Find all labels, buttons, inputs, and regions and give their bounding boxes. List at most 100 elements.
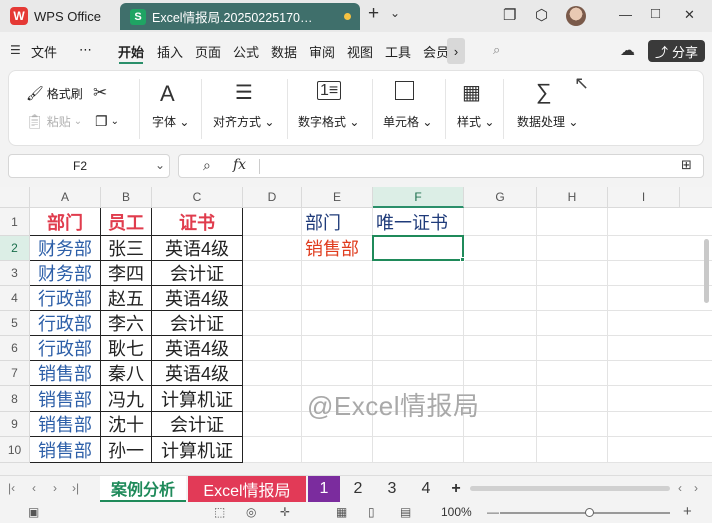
row-header-6[interactable]: 6 [0,336,30,361]
table-cell[interactable]: 李四 [101,261,152,286]
sigma-icon[interactable]: ∑ [536,79,552,105]
table-cell[interactable]: 销售部 [30,437,101,463]
cell-e7[interactable] [302,361,373,386]
row-header-3[interactable]: 3 [0,261,30,286]
paste-button[interactable]: 📋︎ 粘贴 ⌄ [26,113,82,130]
cell-f5[interactable] [373,311,464,336]
number-format-group-label[interactable]: 数字格式 ⌄ [298,113,359,130]
cell-d2[interactable] [243,236,302,261]
table-cell[interactable]: 英语4级 [152,286,243,311]
column-header-e[interactable]: E [302,187,373,208]
table-cell[interactable]: 英语4级 [152,336,243,361]
table-cell[interactable]: 张三 [101,236,152,261]
cell-f6[interactable] [373,336,464,361]
scroll-right-icon[interactable]: › [694,481,698,495]
cell-i7[interactable] [608,361,712,386]
protect-icon[interactable]: ⬚ [214,505,225,519]
column-header-f[interactable]: F [373,187,464,208]
cube-icon[interactable]: ⬡ [535,6,548,24]
menu-formula[interactable]: 公式 [233,42,259,61]
style-brush-icon[interactable]: ▦ [462,80,481,105]
document-tab[interactable]: S Excel情报局.20250225170… [120,3,360,30]
cell-g3[interactable] [464,261,537,286]
cloud-upload-icon[interactable]: ☁ [620,41,635,59]
cell-d1[interactable] [243,208,302,236]
cell-d7[interactable] [243,361,302,386]
table-header-cell[interactable]: 部门 [30,208,101,236]
cell-square-icon[interactable] [395,81,414,100]
table-cell[interactable]: 财务部 [30,236,101,261]
add-sheet-button[interactable]: + [442,476,470,502]
vertical-scrollbar[interactable] [704,239,709,303]
table-cell[interactable]: 销售部 [30,412,101,437]
menu-home[interactable]: 开始 [118,42,144,61]
table-cell[interactable]: 沈十 [101,412,152,437]
name-box[interactable]: F2 ⌄ [8,154,170,178]
minimize-icon[interactable]: — [619,7,632,22]
zoom-slider-knob[interactable] [585,508,594,517]
new-tab-plus-icon[interactable]: + [368,3,379,25]
row-header-9[interactable]: 9 [0,412,30,437]
number-format-icon[interactable]: 1≡ [317,81,342,100]
cell-h8[interactable] [537,386,608,412]
sheet-tab-4[interactable]: 4 [412,476,440,502]
table-cell[interactable]: 财务部 [30,261,101,286]
cell-h3[interactable] [537,261,608,286]
table-cell[interactable]: 销售部 [30,386,101,412]
row-header-5[interactable]: 5 [0,311,30,336]
cell-i2[interactable] [608,236,712,261]
next-sheet-icon[interactable]: › [53,481,57,495]
cell-e3[interactable] [302,261,373,286]
page-break-view-icon[interactable]: ▤ [400,505,411,519]
zoom-out-icon[interactable]: — [487,505,499,519]
cell-d3[interactable] [243,261,302,286]
window-restore-icon[interactable]: ❐ [503,6,516,24]
menu-review[interactable]: 审阅 [309,42,335,61]
cell-e1-dept-label[interactable]: 部门 [302,208,373,236]
align-lines-icon[interactable]: ☰ [235,80,253,105]
cell-h6[interactable] [537,336,608,361]
cell-e4[interactable] [302,286,373,311]
wps-home-tab[interactable]: W WPS Office [4,3,114,29]
user-avatar[interactable] [566,6,586,26]
column-header-b[interactable]: B [101,187,152,208]
cell-h1[interactable] [537,208,608,236]
table-cell[interactable]: 计算机证 [152,437,243,463]
formula-bar[interactable]: ⌕ fx ⊞ [178,154,704,178]
menu-data[interactable]: 数据 [271,42,297,61]
prev-sheet-icon[interactable]: ‹ [32,481,36,495]
cell-f10[interactable] [373,437,464,463]
table-cell[interactable]: 秦八 [101,361,152,386]
cell-f4[interactable] [373,286,464,311]
table-cell[interactable]: 耿七 [101,336,152,361]
cell-d10[interactable] [243,437,302,463]
column-header-g[interactable]: G [464,187,537,208]
row-header-8[interactable]: 8 [0,386,30,412]
zoom-search-icon[interactable]: ⌕ [203,157,211,174]
cell-h4[interactable] [537,286,608,311]
fill-handle[interactable] [460,257,465,262]
table-cell[interactable]: 英语4级 [152,236,243,261]
sheet-tab-case-analysis[interactable]: 案例分析 [100,476,186,502]
spreadsheet-grid[interactable]: A B C D E F G H I 1 2 3 4 5 6 7 8 9 10 部门 员工 证书 财务部 张三 英语4级 财务部 李四… [0,187,712,463]
data-process-group-label[interactable]: 数据处理 ⌄ [517,113,578,130]
table-header-cell[interactable]: 证书 [152,208,243,236]
close-icon[interactable]: ✕ [684,7,695,23]
format-painter-button[interactable]: 🖌︎ 格式刷 [26,85,83,102]
eye-view-icon[interactable]: ◎ [246,505,256,519]
table-cell[interactable]: 会计证 [152,261,243,286]
maximize-icon[interactable]: □ [651,5,660,22]
copy-button[interactable]: ❐ ⌄ [95,113,119,130]
column-header-i[interactable]: I [608,187,680,208]
column-header-d[interactable]: D [243,187,302,208]
cell-f7[interactable] [373,361,464,386]
share-button[interactable]: ⤴ 分享 [648,40,705,62]
cell-i9[interactable] [608,412,712,437]
cell-g10[interactable] [464,437,537,463]
cell-i4[interactable] [608,286,712,311]
table-cell[interactable]: 冯九 [101,386,152,412]
cell-f3[interactable] [373,261,464,286]
table-cell[interactable]: 销售部 [30,361,101,386]
table-cell[interactable]: 计算机证 [152,386,243,412]
tab-list-chevron-icon[interactable]: ⌄ [390,6,400,20]
